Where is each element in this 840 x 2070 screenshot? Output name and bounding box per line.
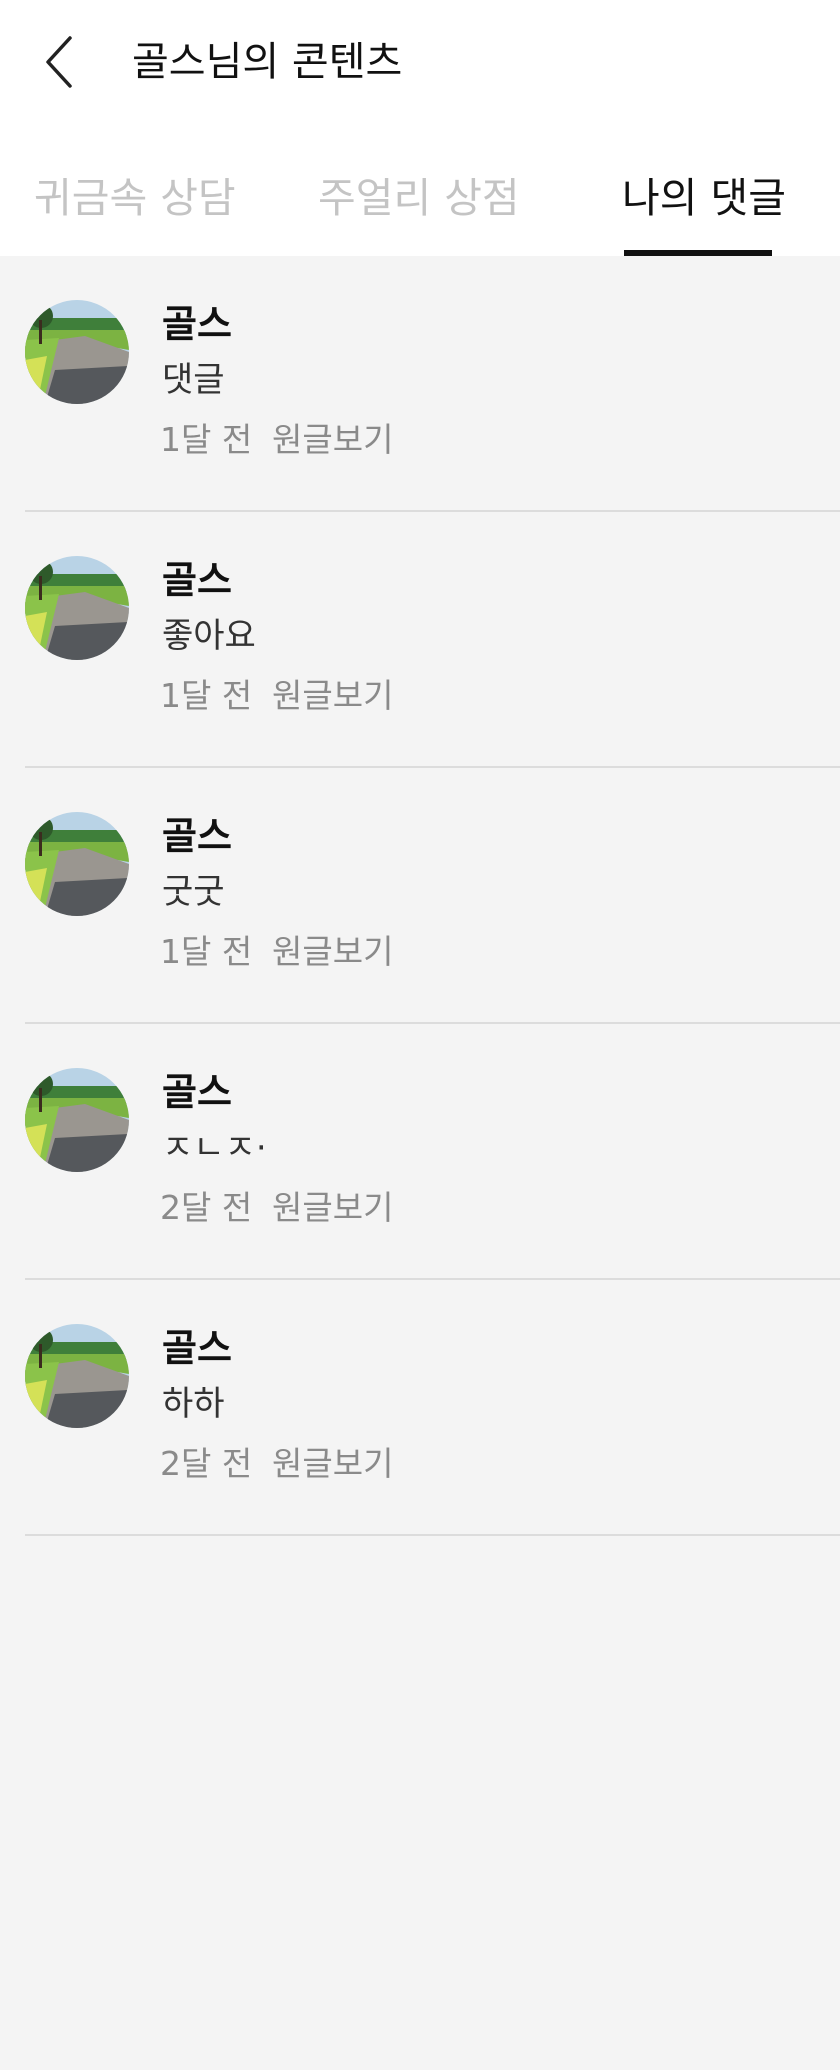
view-original-link[interactable]: 원글보기 [272,416,393,464]
avatar[interactable] [25,556,129,660]
comment-author: 골스 [162,1070,232,1114]
comment-item: 골스 하하 2달 전 원글보기 [0,1280,840,1536]
back-button[interactable] [36,30,86,94]
view-original-link[interactable]: 원글보기 [272,928,393,976]
comment-author: 골스 [162,302,232,346]
avatar[interactable] [25,1324,129,1428]
view-original-link[interactable]: 원글보기 [272,1440,393,1488]
comment-text: 굿굿 [162,872,225,912]
comment-time: 1달 전 [160,676,253,715]
avatar[interactable] [25,812,129,916]
comment-time: 2달 전 [160,1444,253,1483]
tab-jewelry-shop[interactable]: 주얼리 상점 [318,168,520,228]
comment-text: 댓글 [162,360,225,400]
comment-time: 2달 전 [160,1188,253,1227]
chevron-left-icon [46,36,72,88]
header: 골스님의 콘텐츠 귀금속 상담 주얼리 상점 나의 댓글 [0,0,840,256]
comment-time: 1달 전 [160,932,253,971]
comment-text: 좋아요 [162,616,256,656]
tab-my-comments[interactable]: 나의 댓글 [622,168,786,228]
divider [25,1534,840,1536]
view-original-link[interactable]: 원글보기 [272,672,393,720]
avatar[interactable] [25,1068,129,1172]
view-original-link[interactable]: 원글보기 [272,1184,393,1232]
tab-precious-metal-consulting[interactable]: 귀금속 상담 [34,168,236,228]
avatar[interactable] [25,300,129,404]
page-title: 골스님의 콘텐츠 [132,39,403,85]
comment-item: 골스 ㅈㄴㅈ· 2달 전 원글보기 [0,1024,840,1280]
comment-author: 골스 [162,814,232,858]
comment-item: 골스 댓글 1달 전 원글보기 [0,256,840,512]
comment-author: 골스 [162,558,232,602]
comment-text: 하하 [162,1384,225,1424]
comment-author: 골스 [162,1326,232,1370]
comment-text: ㅈㄴㅈ· [162,1128,267,1168]
comment-item: 골스 굿굿 1달 전 원글보기 [0,768,840,1024]
comment-time: 1달 전 [160,420,253,459]
comment-item: 골스 좋아요 1달 전 원글보기 [0,512,840,768]
comment-list: 골스 댓글 1달 전 원글보기 골스 좋아요 1달 전 원글보기 골스 굿굿 1… [0,256,840,1536]
